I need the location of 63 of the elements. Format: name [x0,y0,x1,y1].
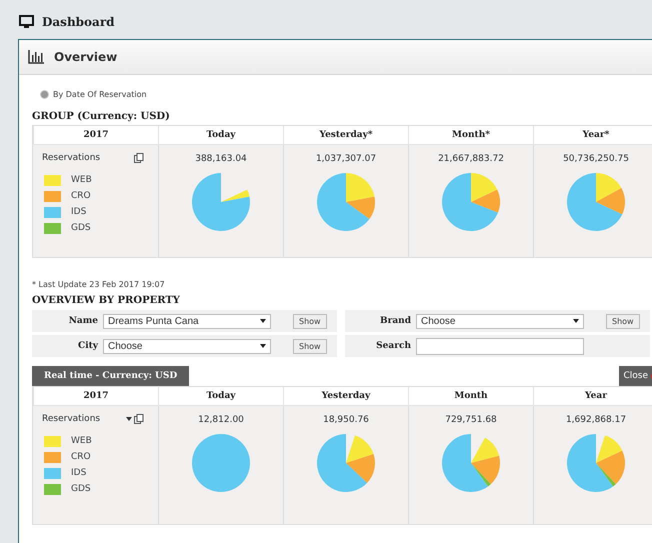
column-header: Year [533,387,652,406]
copy-icon[interactable] [134,153,144,163]
legend-label: IDS [71,468,86,478]
amount: 1,692,868.17 [566,415,626,425]
radio-button[interactable] [40,90,49,99]
monitor-icon [19,15,34,29]
show-button[interactable]: Show [293,338,327,354]
copy-icon[interactable] [134,414,144,424]
bar-chart-icon [28,50,44,64]
column-header: Month* [408,126,533,145]
column-header: Year* [533,126,652,145]
legend-label: GDS [71,223,91,233]
field-label: City [77,341,98,351]
close-button[interactable]: Close [619,366,652,386]
last-update-note: * Last Update 23 Feb 2017 19:07 [32,280,165,289]
pie-chart-drawing [316,172,376,232]
show-button[interactable]: Show [606,314,640,328]
legend-label: GDS [71,484,91,494]
caret-icon [260,344,266,348]
field-label: Search [375,341,411,351]
row-label: Reservations [42,153,100,163]
caret-icon[interactable] [126,417,132,421]
column-header: 2017 [33,126,158,145]
column-header: Today [158,126,283,145]
amount: 18,950.76 [323,415,369,425]
amount: 50,736,250.75 [563,154,629,164]
pie-chart-drawing [191,433,251,493]
legend-label: IDS [71,207,86,217]
amount: 12,812.00 [198,415,244,425]
caret-icon [573,319,579,323]
column-header: 2017 [33,387,158,406]
page-title: Dashboard [42,15,115,29]
amount: 388,163.04 [195,154,247,164]
pie-chart-drawing [441,433,501,493]
pie-chart-drawing [441,172,501,232]
column-header: Yesterday* [283,126,408,145]
show-button[interactable]: Show [293,314,327,328]
radio-label: By Date Of Reservation [53,90,147,99]
search-field[interactable] [416,338,584,354]
dropdown-field[interactable]: Choose [103,338,271,354]
caret-icon [260,319,266,323]
amount: 729,751.68 [445,415,497,425]
row-label: Reservations [42,414,100,424]
column-header: Today [158,387,283,406]
field-label: Name [68,316,98,326]
panel-title: Overview [54,50,118,64]
amount: 1,037,307.07 [316,154,376,164]
dropdown-field[interactable]: Dreams Punta Cana [103,314,271,328]
column-header: Yesterday [283,387,408,406]
pie-chart-drawing [566,172,626,232]
field-label: Brand [378,316,411,326]
pie-chart-drawing [191,172,251,232]
legend-label: WEB [71,436,92,446]
section-title: GROUP (Currency: USD) [32,111,171,122]
pie-chart-drawing [316,433,376,493]
section-title: OVERVIEW BY PROPERTY [32,295,181,306]
legend-label: WEB [71,175,92,185]
amount: 21,667,883.72 [438,154,504,164]
dropdown-field[interactable]: Choose [416,314,584,328]
pie-chart-drawing [566,433,626,493]
legend-label: CRO [71,191,91,201]
column-header: Month [408,387,533,406]
legend-label: CRO [71,452,91,462]
